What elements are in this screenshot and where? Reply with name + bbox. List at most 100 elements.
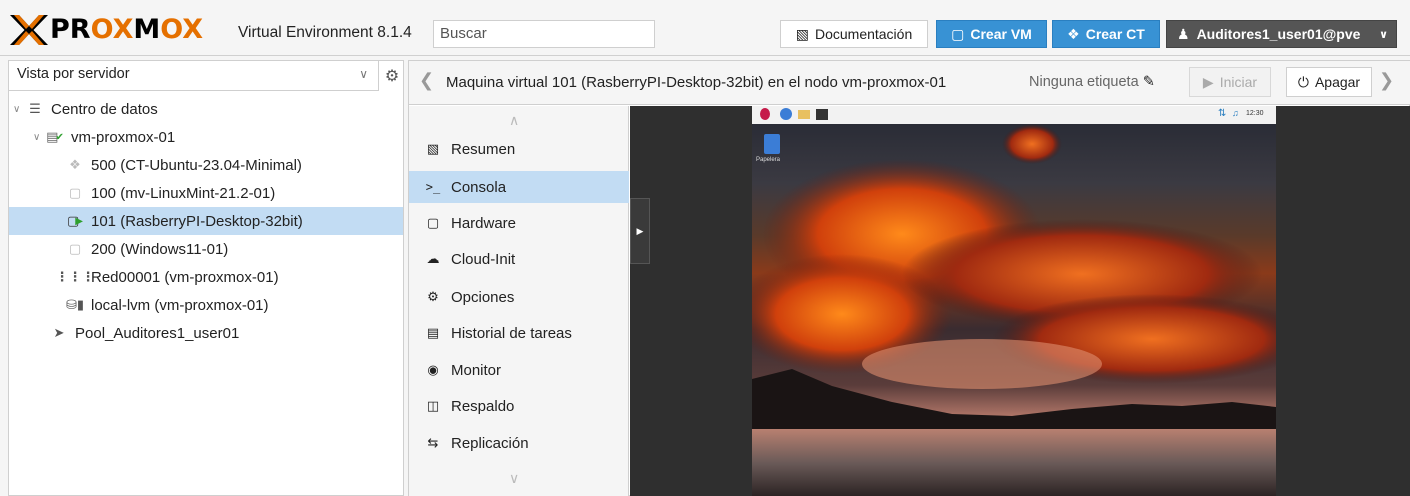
network-icon: ⋮⋮⋮ xyxy=(55,269,95,284)
view-selector[interactable]: Vista por servidor ∨ xyxy=(9,61,379,91)
tree-item-label: Centro de datos xyxy=(51,100,158,118)
version-label: Virtual Environment 8.1.4 xyxy=(238,24,412,41)
brand-text: PROXMOX xyxy=(50,14,204,45)
network-arrows-icon[interactable]: ⇅ xyxy=(1218,108,1226,119)
chevron-down-icon: ∨ xyxy=(359,67,368,81)
tree-item-node[interactable]: ∨ ▤ ✔ vm-proxmox-01 xyxy=(9,123,403,151)
gear-icon: ⚙ xyxy=(427,289,439,304)
tree-item-vm-200[interactable]: ▢ 200 (Windows11-01) xyxy=(9,235,403,263)
terminal-icon: >_ xyxy=(425,180,441,194)
list-icon: ▤ xyxy=(426,325,440,340)
tree-item-datacenter[interactable]: ∨ ☰ Centro de datos xyxy=(9,95,403,123)
menu-item-backup[interactable]: ◫ Respaldo xyxy=(409,390,629,422)
menu-item-cloud-init[interactable]: ☁ Cloud-Init xyxy=(409,243,629,275)
container-icon: ❖ xyxy=(69,157,81,172)
tree-item-network[interactable]: ⋮⋮⋮ Red00001 (vm-proxmox-01) xyxy=(9,263,403,291)
power-icon: ⏻ xyxy=(1297,73,1309,90)
storage-icon: ⛁▮ xyxy=(65,297,85,312)
trash-desktop-label: Papelera xyxy=(756,157,781,163)
guest-desktop-screen[interactable]: ⇅ ♫ 12:30 Papelera xyxy=(752,106,1276,496)
user-menu-button[interactable]: ♟ Auditores1_user01@pve ∨ xyxy=(1166,20,1397,48)
vm-stopped-icon: ▢ xyxy=(68,241,82,256)
create-ct-button[interactable]: ❖ Crear CT xyxy=(1052,20,1160,48)
tree-item-label: 101 (RasberryPI-Desktop-32bit) xyxy=(91,212,303,230)
retweet-icon: ⇆ xyxy=(427,435,439,450)
tree-item-vm-101[interactable]: ▢ ▶ 101 (RasberryPI-Desktop-32bit) xyxy=(9,207,403,235)
top-header: PROXMOX Virtual Environment 8.1.4 Buscar… xyxy=(0,0,1410,56)
resource-tree-panel: Vista por servidor ∨ ⚙ ∨ ☰ Centro de dat… xyxy=(8,60,404,496)
vm-title: Maquina virtual 101 (RasberryPI-Desktop-… xyxy=(446,74,947,91)
cube-icon: ❖ xyxy=(1067,25,1080,42)
expand-chevron-icon[interactable]: ∨ xyxy=(13,104,23,115)
chevron-up-icon[interactable]: ∧ xyxy=(509,112,519,129)
proxmox-x-icon xyxy=(10,15,48,45)
chevron-down-icon[interactable]: ∨ xyxy=(509,470,519,487)
guest-wallpaper: Papelera xyxy=(752,124,1276,496)
menu-item-options[interactable]: ⚙ Opciones xyxy=(409,281,629,313)
raspberry-icon[interactable] xyxy=(760,108,770,120)
pencil-icon[interactable]: ✎ xyxy=(1143,74,1155,90)
chevron-down-icon: ∨ xyxy=(1379,28,1388,41)
tree-item-pool[interactable]: ➤ Pool_Auditores1_user01 xyxy=(9,319,403,347)
chevron-left-icon[interactable]: ❮ xyxy=(419,70,434,91)
start-button[interactable]: ▶ Iniciar xyxy=(1189,67,1271,97)
book-icon: ▧ xyxy=(426,141,440,156)
trash-desktop-icon[interactable] xyxy=(764,134,780,154)
sunset-clouds-image xyxy=(752,124,1276,496)
tree-item-label: Red00001 (vm-proxmox-01) xyxy=(91,268,279,286)
menu-item-console[interactable]: >_ Consola xyxy=(409,171,629,203)
expand-chevron-icon[interactable]: ∨ xyxy=(33,132,43,143)
tree-item-label: Pool_Auditores1_user01 xyxy=(75,324,240,342)
cloud-icon: ☁ xyxy=(426,251,440,266)
tags-label: Ninguna etiqueta xyxy=(1029,74,1139,90)
guest-clock: 12:30 xyxy=(1246,110,1264,117)
menu-item-label: Consola xyxy=(451,178,507,196)
shutdown-button[interactable]: ⏻ Apagar xyxy=(1286,67,1372,97)
menu-item-hardware[interactable]: ▢ Hardware xyxy=(409,207,629,239)
create-ct-label: Crear CT xyxy=(1085,26,1145,42)
book-icon: ▧ xyxy=(795,25,809,42)
tree-item-label: vm-proxmox-01 xyxy=(71,128,176,146)
tree-item-label: 100 (mv-LinuxMint-21.2-01) xyxy=(91,184,276,202)
gear-icon[interactable]: ⚙ xyxy=(381,64,403,88)
menu-item-label: Respaldo xyxy=(451,397,515,415)
tree-item-vm-100[interactable]: ▢ 100 (mv-LinuxMint-21.2-01) xyxy=(9,179,403,207)
vm-stopped-icon: ▢ xyxy=(68,185,82,200)
vm-console[interactable]: ▶ ⇅ ♫ 12:30 Papelera xyxy=(630,106,1410,496)
menu-item-label: Replicación xyxy=(451,434,529,452)
vm-running-icon: ▢ ▶ xyxy=(67,213,83,228)
menu-item-monitor[interactable]: ◉ Monitor xyxy=(409,354,629,386)
content-panel: ❮ Maquina virtual 101 (RasberryPI-Deskto… xyxy=(408,60,1410,496)
guest-taskbar: ⇅ ♫ 12:30 xyxy=(752,106,1276,124)
tree-item-label: 200 (Windows11-01) xyxy=(91,240,229,258)
vm-side-menu: ∧ ▧ Resumen >_ Consola ▢ Hardware ☁ Clou… xyxy=(409,106,629,496)
volume-icon[interactable]: ♫ xyxy=(1232,108,1239,118)
tree-item-storage[interactable]: ⛁▮ local-lvm (vm-proxmox-01) xyxy=(9,291,403,319)
menu-item-label: Resumen xyxy=(451,140,516,158)
menu-item-summary[interactable]: ▧ Resumen xyxy=(409,133,629,165)
user-icon: ♟ xyxy=(1177,25,1190,42)
shutdown-label: Apagar xyxy=(1314,74,1361,90)
create-vm-button[interactable]: ▢ Crear VM xyxy=(936,20,1047,48)
documentation-label: Documentación xyxy=(814,26,913,42)
tags-editor[interactable]: Ninguna etiqueta ✎ xyxy=(1029,74,1155,90)
menu-item-replication[interactable]: ⇆ Replicación xyxy=(409,427,629,459)
menu-item-task-history[interactable]: ▤ Historial de tareas xyxy=(409,317,629,349)
proxmox-logo: PROXMOX xyxy=(10,14,203,46)
vm-toolbar: ❮ Maquina virtual 101 (RasberryPI-Deskto… xyxy=(409,61,1410,105)
datacenter-icon: ☰ xyxy=(29,101,41,116)
tree-item-ct-500[interactable]: ❖ 500 (CT-Ubuntu-23.04-Minimal) xyxy=(9,151,403,179)
search-input[interactable]: Buscar xyxy=(433,20,655,48)
folder-icon[interactable] xyxy=(798,110,810,119)
tree-item-label: 500 (CT-Ubuntu-23.04-Minimal) xyxy=(91,156,302,174)
documentation-button[interactable]: ▧ Documentación xyxy=(780,20,928,48)
menu-item-label: Opciones xyxy=(451,288,515,306)
chevron-right-icon[interactable]: ❯ xyxy=(1379,70,1394,91)
terminal-icon[interactable] xyxy=(816,109,828,120)
pool-tags-icon: ➤ xyxy=(53,325,65,340)
eye-icon: ◉ xyxy=(427,362,439,377)
browser-icon[interactable] xyxy=(780,108,792,120)
node-online-icon: ▤ ✔ xyxy=(46,129,64,144)
create-vm-label: Crear VM xyxy=(970,26,1032,42)
console-toolbar-toggle[interactable]: ▶ xyxy=(630,198,650,264)
